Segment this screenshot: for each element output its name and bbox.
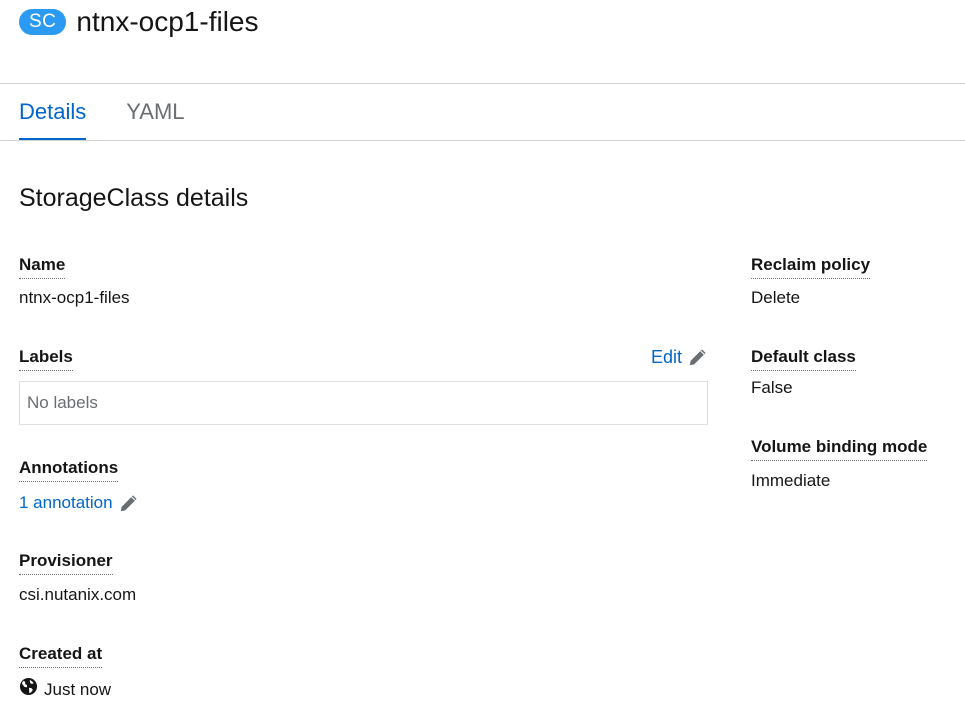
provisioner-value: csi.nutanix.com	[19, 585, 137, 604]
globe-icon	[19, 677, 38, 702]
pencil-icon	[688, 348, 707, 367]
no-labels-text: No labels	[27, 393, 98, 412]
page: SC ntnx-ocp1-files Details YAML StorageC…	[0, 0, 965, 708]
created-at-text: Just now	[44, 679, 112, 699]
section-title: StorageClass details	[19, 184, 249, 212]
reclaim-policy-label[interactable]: Reclaim policy	[751, 254, 871, 279]
page-header: SC ntnx-ocp1-files	[19, 0, 259, 44]
labels-label[interactable]: Labels	[19, 346, 73, 371]
edit-labels-label: Edit	[651, 347, 683, 367]
created-at-value: Just now	[19, 677, 111, 702]
name-value: ntnx-ocp1-files	[19, 288, 130, 307]
reclaim-policy-value: Delete	[751, 288, 801, 307]
created-at-label[interactable]: Created at	[19, 643, 103, 668]
provisioner-label[interactable]: Provisioner	[19, 550, 113, 575]
pencil-icon	[119, 494, 138, 513]
labels-box: No labels	[19, 381, 708, 425]
tab-yaml[interactable]: YAML	[126, 84, 184, 140]
name-label[interactable]: Name	[19, 254, 66, 279]
annotations-label[interactable]: Annotations	[19, 457, 119, 482]
volume-binding-mode-value: Immediate	[751, 471, 831, 490]
annotations-link-text: 1 annotation	[19, 493, 113, 512]
resource-kind-badge: SC	[19, 9, 67, 35]
annotations-link[interactable]: 1 annotation	[19, 492, 138, 514]
default-class-value: False	[751, 378, 793, 397]
volume-binding-mode-label[interactable]: Volume binding mode	[751, 436, 928, 461]
divider	[0, 140, 965, 141]
tab-bar: Details YAML	[0, 84, 185, 141]
tab-details[interactable]: Details	[19, 84, 87, 141]
page-title: ntnx-ocp1-files	[76, 6, 259, 37]
edit-labels-button[interactable]: Edit	[651, 346, 707, 368]
default-class-label[interactable]: Default class	[751, 346, 856, 371]
